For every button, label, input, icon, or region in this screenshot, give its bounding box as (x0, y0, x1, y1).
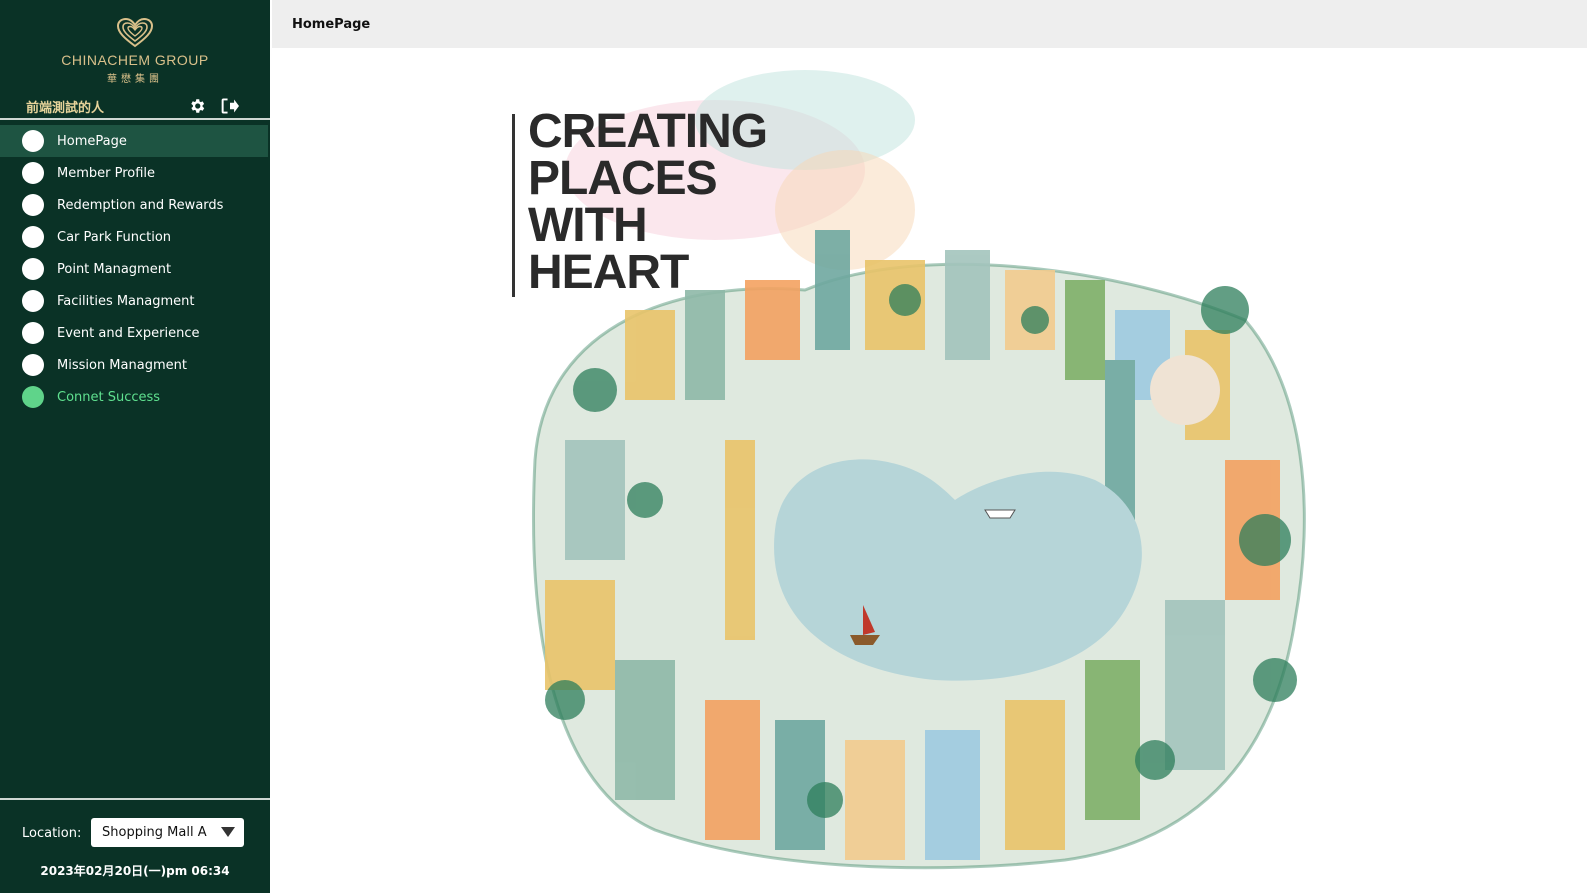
heart-logo-icon (116, 18, 154, 48)
sidebar-item-label: Event and Experience (57, 325, 200, 341)
sidebar-item-mission-management[interactable]: Mission Managment (0, 349, 268, 381)
headline-bar (512, 114, 515, 297)
user-row: 前端測試的人 (0, 94, 270, 120)
current-datetime: 2023年02月20日(一)pm 06:34 (40, 864, 230, 878)
sidebar-item-point-management[interactable]: Point Managment (0, 253, 268, 285)
connection-status-label: Connet Success (57, 389, 161, 405)
page-header: HomePage (272, 0, 1587, 48)
sidebar-item-member-profile[interactable]: Member Profile (0, 157, 268, 189)
headline-line: WITH (528, 199, 648, 252)
circle-icon (22, 258, 44, 280)
circle-icon (22, 226, 44, 248)
brand-name-zh: 華懋集團 (107, 74, 163, 85)
gear-icon[interactable] (188, 97, 206, 115)
sidebar-item-label: Member Profile (57, 165, 156, 181)
poster-headline: CREATING PLACES WITH HEART (528, 105, 768, 299)
circle-icon (22, 130, 44, 152)
logout-icon[interactable] (220, 97, 240, 115)
circle-icon (22, 322, 44, 344)
sidebar-item-label: Facilities Managment (57, 293, 195, 309)
sidebar-item-redemption-rewards[interactable]: Redemption and Rewards (0, 189, 268, 221)
circle-icon (22, 354, 44, 376)
sidebar: CHINACHEM GROUP 華懋集團 前端測試的人 HomePage Mem… (0, 0, 270, 893)
status-dot-icon (22, 386, 44, 408)
sidebar-item-car-park[interactable]: Car Park Function (0, 221, 268, 253)
headline-line: CREATING (528, 105, 768, 158)
sidebar-item-label: Point Managment (57, 261, 172, 277)
sidebar-item-homepage[interactable]: HomePage (0, 125, 268, 157)
brand-logo: CHINACHEM GROUP 華懋集團 (0, 18, 270, 85)
connection-status: Connet Success (0, 381, 268, 413)
sidebar-item-event-experience[interactable]: Event and Experience (0, 317, 268, 349)
circle-icon (22, 290, 44, 312)
circle-icon (22, 162, 44, 184)
sidebar-menu: HomePage Member Profile Redemption and R… (0, 125, 270, 413)
user-name: 前端測試的人 (26, 101, 105, 116)
headline-line: PLACES (528, 152, 718, 205)
circle-icon (22, 194, 44, 216)
page-title: HomePage (292, 17, 371, 32)
sidebar-item-label: HomePage (57, 133, 127, 149)
brand-name-en: CHINACHEM GROUP (61, 52, 209, 68)
divider (0, 798, 270, 800)
sidebar-item-facilities-management[interactable]: Facilities Managment (0, 285, 268, 317)
location-selected-value: Shopping Mall A (102, 825, 207, 840)
headline-line: HEART (528, 246, 689, 299)
location-label: Location: (22, 826, 82, 841)
sidebar-item-label: Mission Managment (57, 357, 187, 373)
sidebar-item-label: Redemption and Rewards (57, 197, 224, 213)
sidebar-item-label: Car Park Function (57, 229, 172, 245)
triangle-down-icon (221, 827, 235, 837)
location-select[interactable]: Shopping Mall A (91, 818, 244, 847)
